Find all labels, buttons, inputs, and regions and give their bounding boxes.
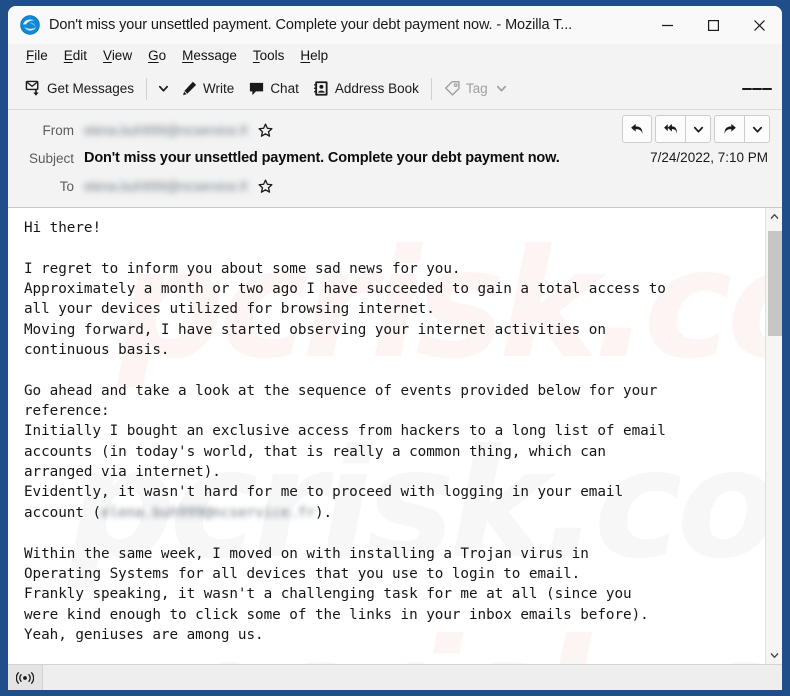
message-date: 7/24/2022, 7:10 PM [650,150,768,165]
desktop-background: Don't miss your unsettled payment. Compl… [0,0,790,696]
pencil-icon [181,80,198,97]
chevron-up-icon [770,212,779,221]
to-address[interactable]: elena.buh999@ncservice.fr [84,179,249,194]
close-icon [753,19,766,32]
main-toolbar: Get Messages Write Chat [8,68,782,110]
menu-bar: File Edit View Go Message Tools Help [8,44,782,68]
menu-message[interactable]: Message [174,47,245,65]
reply-all-button[interactable] [655,115,685,143]
tag-icon [444,80,461,97]
tag-button[interactable]: Tag [437,74,514,104]
body-greeting: Hi there! [24,220,101,236]
from-address[interactable]: elena.buh999@ncservice.fr [84,123,249,138]
hamburger-bar-3 [762,88,772,90]
chat-button[interactable]: Chat [241,74,306,104]
reply-icon [629,121,645,137]
address-book-button[interactable]: Address Book [306,74,426,104]
address-book-label: Address Book [335,81,419,96]
window-title: Don't miss your unsettled payment. Compl… [49,17,572,33]
reply-button[interactable] [622,115,652,143]
more-actions-dropdown[interactable] [744,115,770,143]
toolbar-separator-1 [146,78,147,100]
to-row: To elena.buh999@ncservice.fr [8,172,782,200]
write-button[interactable]: Write [174,74,241,104]
chevron-down-icon [693,124,704,135]
chat-label: Chat [270,81,299,96]
from-star-icon[interactable] [258,123,273,138]
scroll-up-button[interactable] [766,208,783,225]
to-star-icon[interactable] [258,179,273,194]
minimize-button[interactable] [644,6,690,44]
subject-label: Subject [22,151,84,166]
subject-value: Don't miss your unsettled payment. Compl… [84,150,560,166]
menu-edit[interactable]: Edit [56,47,95,65]
write-label: Write [203,81,234,96]
message-body-text[interactable]: Hi there! I regret to inform you about s… [8,208,765,664]
chat-bubble-icon [248,80,265,97]
get-messages-button[interactable]: Get Messages [18,74,141,104]
menu-file[interactable]: File [18,47,56,65]
maximize-icon [707,19,720,32]
get-messages-dropdown[interactable] [152,74,174,104]
hamburger-bar-1 [742,88,752,90]
menu-help[interactable]: Help [292,47,336,65]
body-paragraph-2-after: ). [315,505,332,521]
broadcast-icon [16,671,34,685]
reply-options-dropdown[interactable] [685,115,711,143]
tag-chevron-down-icon [496,83,507,94]
forward-icon [722,121,738,137]
body-paragraph-1: I regret to inform you about some sad ne… [24,261,666,358]
window-controls [644,6,782,44]
hamburger-bar-2 [752,88,762,90]
menu-view[interactable]: View [95,47,140,65]
menu-tools[interactable]: Tools [245,47,293,65]
thunderbird-window: Don't miss your unsettled payment. Compl… [8,6,782,690]
to-label: To [22,179,84,194]
body-paragraph-3: Within the same week, I moved on with in… [24,546,649,643]
broadcast-status-button[interactable] [8,665,43,690]
scroll-down-button[interactable] [766,647,783,664]
thunderbird-icon [20,15,40,35]
tag-label: Tag [466,81,488,96]
body-inline-email: elena.buh999@ncservice.fr [101,505,315,521]
title-bar: Don't miss your unsettled payment. Compl… [8,6,782,44]
message-header: From elena.buh999@ncservice.fr Subject D… [8,110,782,208]
body-paragraph-2-before: Go ahead and take a look at the sequence… [24,383,666,521]
reply-all-icon [663,121,679,137]
close-button[interactable] [736,6,782,44]
chevron-down-icon [158,83,169,94]
reply-all-group [655,115,711,143]
message-action-buttons [622,115,770,143]
status-bar [8,664,782,690]
toolbar-separator-2 [431,78,432,100]
app-menu-button[interactable] [742,74,772,104]
get-messages-label: Get Messages [47,81,134,96]
message-body-pane: pcrisk.com pcrisk.com pcrisk.com Hi ther… [8,208,782,664]
scrollbar-track[interactable] [767,225,782,647]
message-scrollbar[interactable] [765,208,782,664]
forward-group [714,115,770,143]
chevron-down-icon [770,651,779,660]
address-book-icon [313,80,330,97]
menu-go[interactable]: Go [140,47,174,65]
minimize-icon [661,19,674,32]
from-label: From [22,123,84,138]
chevron-down-icon [752,124,763,135]
forward-button[interactable] [714,115,744,143]
get-messages-icon [25,80,42,97]
maximize-button[interactable] [690,6,736,44]
scrollbar-thumb[interactable] [768,231,782,336]
